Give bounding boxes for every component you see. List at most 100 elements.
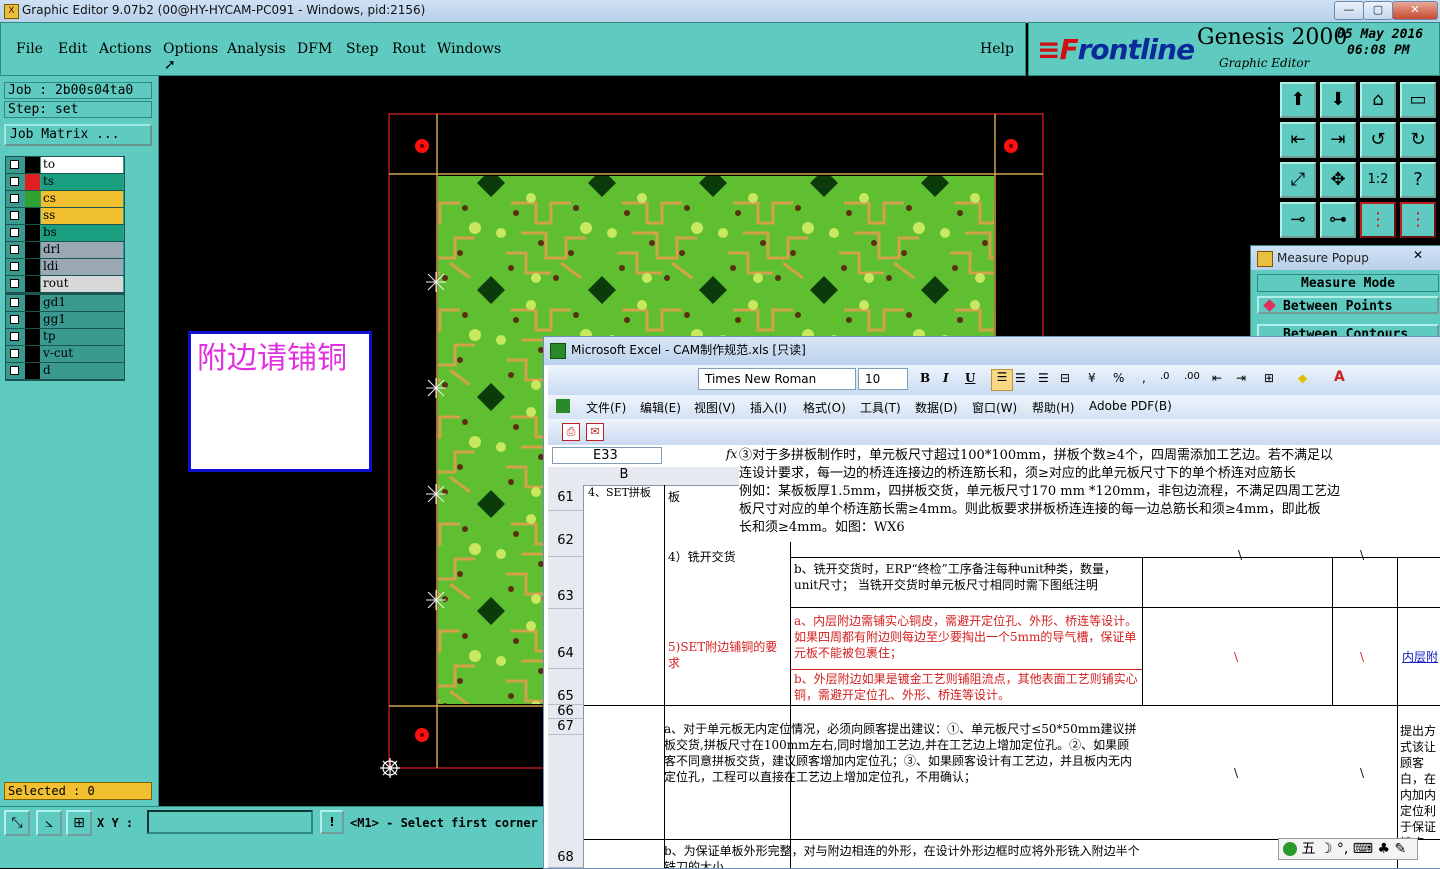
pdf-icon[interactable]: ⎙ (562, 423, 580, 441)
layer-checkbox[interactable] (10, 228, 19, 237)
layer-name[interactable]: drl (41, 242, 123, 258)
excel-menu-tools[interactable]: 工具(T) (860, 399, 901, 416)
layer-name[interactable]: rout (41, 276, 123, 292)
layer-name[interactable]: ts (41, 174, 123, 190)
layer-row-tp[interactable]: tp (6, 329, 124, 346)
excel-menu-data[interactable]: 数据(D) (915, 399, 958, 416)
layer-checkbox[interactable] (10, 177, 19, 186)
layer-checkbox[interactable] (10, 245, 19, 254)
layer-checkbox[interactable] (10, 211, 19, 220)
cell-d-last[interactable]: b、为保证单板外形完整，对与附边相连的外形，在设计外形边框时应将外形铣入附边半个… (664, 843, 1140, 868)
layer-checkbox[interactable] (10, 262, 19, 271)
tool-fit-icon[interactable]: ⤢ (1280, 162, 1316, 198)
menu-step[interactable]: Step (346, 41, 378, 57)
layer-row-d[interactable]: d (6, 363, 124, 380)
layer-checkbox[interactable] (10, 349, 19, 358)
row-header-61[interactable]: 61 (548, 485, 584, 511)
excel-menu-format[interactable]: 格式(O) (803, 399, 846, 416)
layer-row-cs[interactable]: cs (6, 191, 124, 208)
excel-menu-edit[interactable]: 编辑(E) (640, 399, 681, 416)
excel-menu-file[interactable]: 文件(F) (586, 399, 626, 416)
tool-layers-alt-icon[interactable]: ⋮ (1400, 202, 1436, 238)
cell-b61[interactable]: 4、SET拼板 (588, 485, 662, 501)
cell-slash-3[interactable]: \ (1360, 649, 1380, 665)
layer-row-gg1[interactable]: gg1 (6, 312, 124, 329)
cell-d-position[interactable]: a、对于单元板无内定位情况，必须向顾客提出建议：①、单元板尺寸≤50*50mm建… (664, 721, 1140, 837)
layer-name[interactable]: bs (41, 225, 123, 241)
cell-d-copper-a[interactable]: a、内层附边需铺实心铜皮，需避开定位孔、外形、桥连等设计。如果四周都有附边则每边… (794, 613, 1140, 663)
column-header-b[interactable]: B (584, 467, 664, 485)
italic-button[interactable]: I (943, 371, 949, 385)
fill-color-icon[interactable]: ◆ (1298, 371, 1307, 385)
cell-slash-5[interactable]: \ (1234, 765, 1254, 781)
align-center-icon[interactable]: ☰ (1015, 371, 1026, 385)
bold-button[interactable]: B (920, 371, 930, 385)
font-name-select[interactable]: Times New Roman (698, 368, 856, 390)
layer-name[interactable]: to (41, 157, 123, 173)
zoom-area-icon[interactable]: ⤡ (4, 810, 30, 836)
layer-name[interactable]: tp (41, 329, 123, 345)
cell-link[interactable]: 内层附 (1402, 649, 1440, 665)
excel-menu-insert[interactable]: 插入(I) (750, 399, 787, 416)
menu-edit[interactable]: Edit (58, 41, 87, 57)
row-header-66[interactable]: 66 (548, 705, 584, 719)
row-header-65[interactable]: 65 (548, 669, 584, 705)
menu-options[interactable]: Options (163, 41, 218, 57)
layer-name[interactable]: ss (41, 208, 123, 224)
cell-d-panel[interactable]: b、铣开交货时，ERP“终检”工序备注每种unit种类，数量，unit尺寸； 当… (794, 561, 1140, 609)
align-left-icon[interactable]: ☰ (991, 369, 1013, 391)
layer-name[interactable]: cs (41, 191, 123, 207)
layer-checkbox[interactable] (10, 315, 19, 324)
tool-right-icon[interactable]: ⇥ (1320, 122, 1356, 158)
underline-button[interactable]: U (965, 371, 975, 385)
cell-slash-4[interactable]: \ (1360, 547, 1380, 563)
cell-c-copper[interactable]: 5)SET附边铺铜的要求 (668, 639, 788, 673)
pdf-mail-icon[interactable]: ✉ (586, 423, 604, 441)
layer-row-bs[interactable]: bs (6, 225, 124, 242)
comma-icon[interactable]: , (1142, 371, 1146, 385)
menu-actions[interactable]: Actions (99, 41, 152, 57)
tool-down-icon[interactable]: ⬇ (1320, 82, 1356, 118)
merge-icon[interactable]: ⊟ (1060, 371, 1070, 385)
measure-close-icon[interactable]: ✕ (1413, 248, 1423, 262)
percent-icon[interactable]: % (1113, 371, 1124, 385)
row-header-68[interactable]: 68 (548, 735, 584, 868)
ime-toolbar[interactable]: 五 ☽ °, ⌨ ♣ ✎ (1278, 838, 1418, 860)
job-matrix-button[interactable]: Job Matrix ... (4, 124, 152, 146)
layer-row-to[interactable]: to (6, 157, 124, 174)
formula-content[interactable]: ③对于多拼板制作时，单元板尺寸超过100*100mm，拼板个数≥4个，四周需添加… (739, 447, 1440, 542)
currency-icon[interactable]: ¥ (1088, 371, 1096, 385)
menu-file[interactable]: File (16, 41, 43, 57)
xy-input[interactable] (147, 810, 313, 834)
decrease-decimal-icon[interactable]: .00 (1184, 371, 1200, 382)
layer-checkbox[interactable] (10, 298, 19, 307)
tool-key-icon[interactable]: ⊶ (1320, 202, 1356, 238)
layer-checkbox[interactable] (10, 366, 19, 375)
row-header-63[interactable]: 63 (548, 557, 584, 609)
layer-name[interactable]: ldi (41, 259, 123, 275)
excel-menu-window[interactable]: 窗口(W) (972, 399, 1017, 416)
layer-checkbox[interactable] (10, 160, 19, 169)
menu-windows[interactable]: Windows (437, 41, 501, 57)
borders-icon[interactable]: ⊞ (1264, 371, 1274, 385)
layer-row-ss[interactable]: ss (6, 208, 124, 225)
alert-button[interactable]: ! (320, 810, 344, 834)
maximize-button[interactable]: ▢ (1363, 1, 1393, 20)
indent-icon[interactable]: ⇥ (1236, 371, 1246, 385)
layer-name[interactable]: gg1 (41, 312, 123, 328)
menu-analysis[interactable]: Analysis (227, 41, 286, 57)
layer-row-drl[interactable]: drl (6, 242, 124, 259)
layer-checkbox[interactable] (10, 279, 19, 288)
align-right-icon[interactable]: ☰ (1038, 371, 1049, 385)
tool-layers-icon[interactable]: ⋮ (1360, 202, 1396, 238)
layer-row-rout[interactable]: rout (6, 276, 124, 293)
cell-d-copper-b[interactable]: b、外层附边如果是镀金工艺则铺阻流点，其他表面工艺则铺实心铜，需避开定位孔、外形… (794, 671, 1140, 705)
tool-undo-icon[interactable]: ↺ (1360, 122, 1396, 158)
menu-rout[interactable]: Rout (392, 41, 426, 57)
close-button[interactable]: ✕ (1392, 1, 1438, 20)
increase-decimal-icon[interactable]: .0 (1160, 371, 1170, 382)
row-header-64[interactable]: 64 (548, 609, 584, 669)
layer-name[interactable]: v-cut (41, 346, 123, 362)
grid-icon[interactable]: ⊞ (66, 810, 92, 836)
snap-icon[interactable]: ⦣ (36, 810, 62, 836)
